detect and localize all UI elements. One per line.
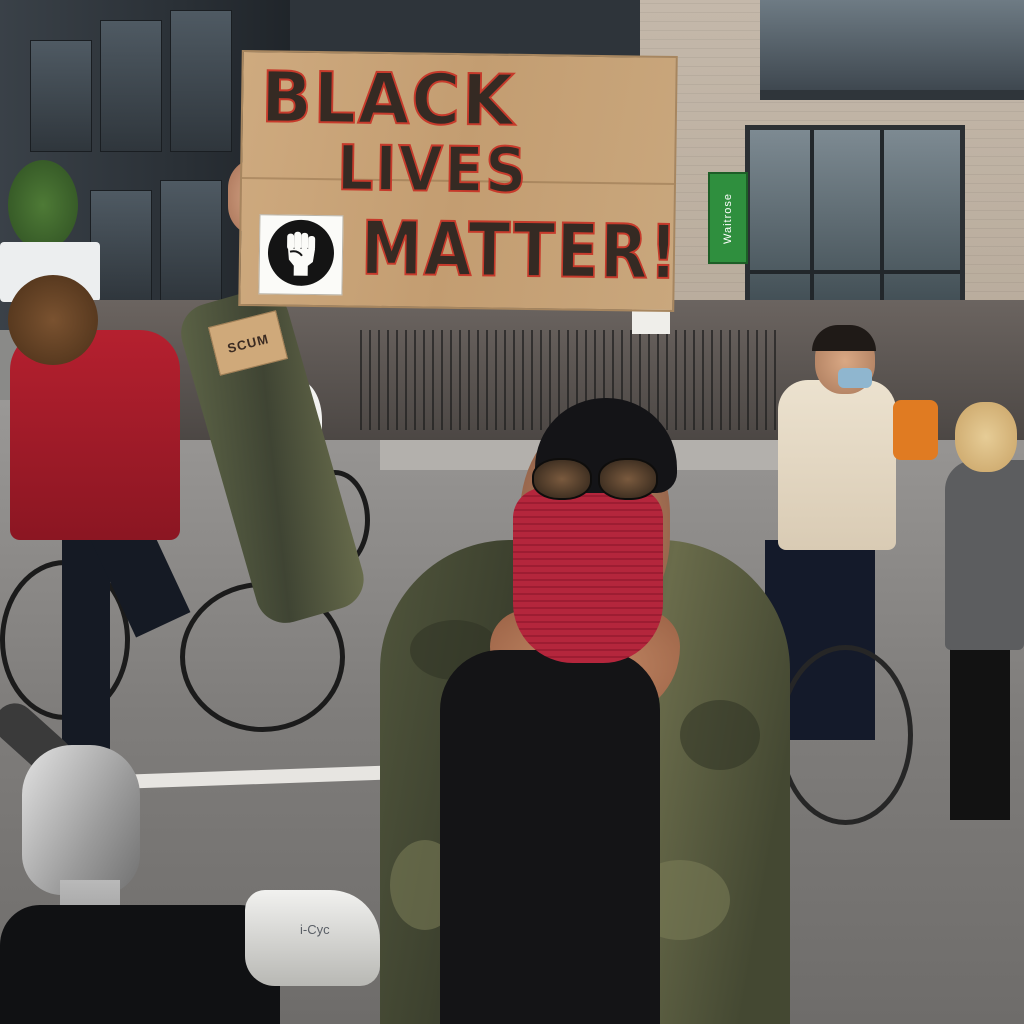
- bike-headset: [245, 890, 380, 986]
- bike-brand-label: i-Cyc: [300, 922, 330, 937]
- sunglasses: [532, 458, 658, 500]
- face-mask: [838, 368, 872, 388]
- building-window: [100, 20, 162, 152]
- sunglasses-lens: [532, 458, 592, 500]
- tree: [8, 160, 78, 250]
- store-sign-text: Waitrose: [722, 192, 734, 244]
- store-sign: Waitrose: [708, 172, 748, 264]
- protest-sign: BLACK LIVES MATTER!: [238, 49, 681, 313]
- photo-scene: Waitrose BLACK LIVES MATTER! SCUM i-Cyc: [0, 0, 1024, 1024]
- bike-front-lamp: [22, 745, 140, 895]
- sign-line-2: LIVES: [336, 130, 530, 208]
- building-window: [160, 180, 222, 302]
- raised-fist-icon: [287, 231, 316, 276]
- building-window: [30, 40, 92, 152]
- orange-vest-person: [893, 400, 938, 460]
- red-bandana: [513, 488, 663, 663]
- woman-head: [955, 402, 1017, 472]
- sign-line-3: MATTER!: [360, 205, 681, 297]
- black-tank-top: [440, 650, 660, 1024]
- sign-line-1: BLACK: [260, 55, 517, 142]
- sunglasses-lens: [598, 458, 658, 500]
- bicycle-wheel: [778, 645, 913, 825]
- woman-grey-jacket: [945, 460, 1024, 650]
- small-sign-text: SCUM: [225, 330, 271, 356]
- building-window: [170, 10, 232, 152]
- window-transom: [750, 270, 960, 274]
- cyclist-head: [8, 275, 98, 365]
- bike-basket-bag: [0, 905, 280, 1024]
- fist-emblem: [258, 214, 344, 296]
- camo-patch: [680, 700, 760, 770]
- balcony: [760, 0, 1024, 100]
- man-cream-sweater: [778, 380, 896, 550]
- woman-legs: [950, 640, 1010, 820]
